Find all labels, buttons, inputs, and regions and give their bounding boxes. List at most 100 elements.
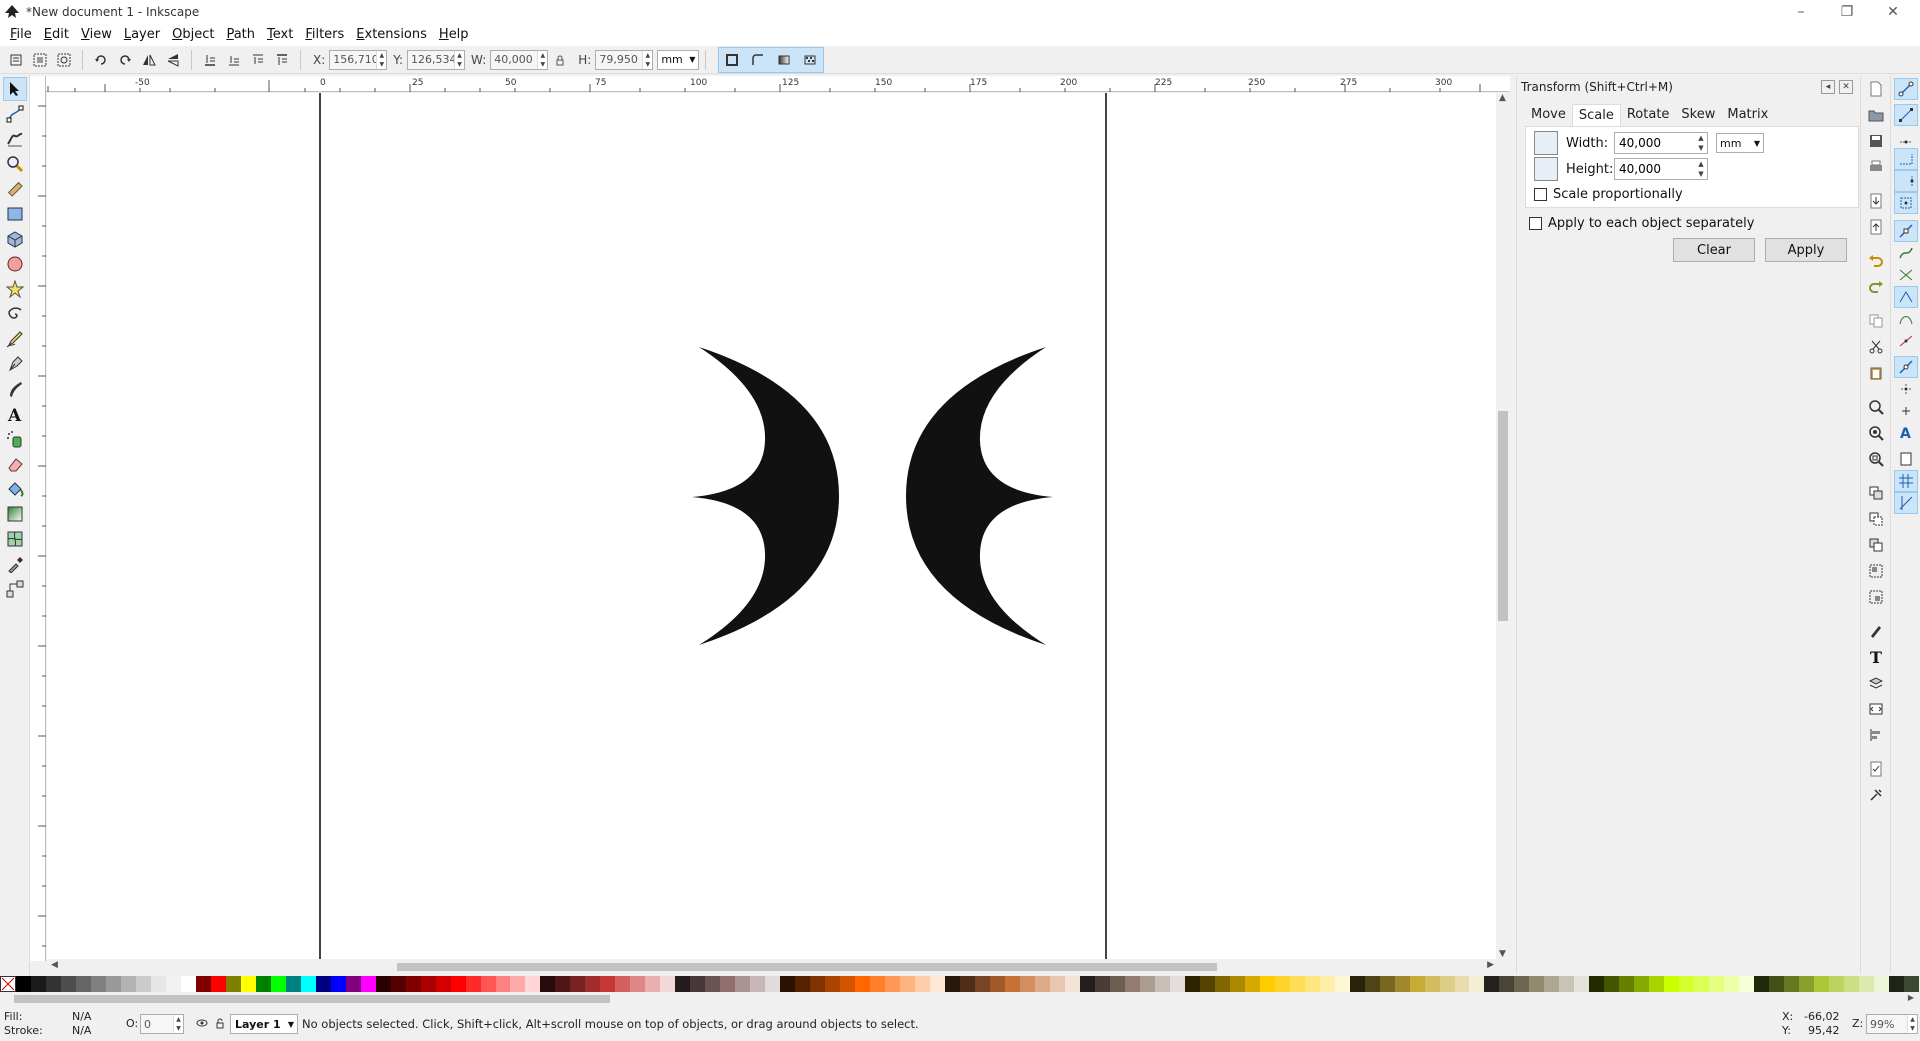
snap-line-midpoints-button[interactable] (1894, 330, 1918, 352)
import-button[interactable] (1864, 190, 1888, 212)
color-swatch[interactable] (825, 976, 841, 992)
color-swatch[interactable] (570, 976, 586, 992)
scale-proportionally-row[interactable]: Scale proportionally (1534, 187, 1683, 202)
ungroup-button[interactable] (1864, 586, 1888, 608)
menu-view[interactable]: View (75, 24, 118, 46)
color-swatch[interactable] (225, 976, 241, 992)
color-swatch[interactable] (1289, 976, 1305, 992)
unlink-clone-button[interactable] (1864, 534, 1888, 556)
color-swatch[interactable] (540, 976, 556, 992)
color-swatch[interactable] (1889, 976, 1905, 992)
color-swatch[interactable] (989, 976, 1005, 992)
print-button[interactable] (1864, 156, 1888, 178)
menu-layer[interactable]: Layer (118, 24, 166, 46)
color-swatch[interactable] (90, 976, 106, 992)
measure-tool[interactable] (3, 177, 27, 201)
color-swatch[interactable] (1394, 976, 1410, 992)
color-swatch[interactable] (960, 976, 975, 992)
color-swatch[interactable] (360, 976, 376, 992)
rotate-ccw-button[interactable] (89, 48, 113, 72)
snap-bbox-edge-button[interactable] (1894, 126, 1918, 148)
color-swatch[interactable] (1634, 976, 1650, 992)
mesh-tool[interactable] (3, 527, 27, 551)
color-swatch[interactable] (1154, 976, 1170, 992)
color-swatch[interactable] (585, 976, 601, 992)
w-spin-arrows[interactable]: ▲ ▼ (537, 50, 547, 69)
scale-corners-button[interactable] (745, 48, 771, 72)
color-palette[interactable] (0, 976, 1920, 992)
cut-button[interactable] (1864, 336, 1888, 358)
color-swatch[interactable] (240, 976, 256, 992)
color-swatch[interactable] (600, 976, 616, 992)
opacity-input[interactable] (141, 1015, 173, 1033)
color-swatch[interactable] (1259, 976, 1275, 992)
node-tool[interactable] (3, 102, 27, 126)
color-swatch[interactable] (1604, 976, 1620, 992)
menu-filters[interactable]: Filters (299, 24, 350, 46)
layers-button[interactable] (1864, 672, 1888, 694)
snap-bbox-button[interactable] (1894, 104, 1918, 126)
color-swatch[interactable] (855, 976, 871, 992)
move-gradients-button[interactable] (771, 48, 797, 72)
color-swatch[interactable] (45, 976, 61, 992)
color-swatch[interactable] (900, 976, 916, 992)
color-swatch[interactable] (1079, 976, 1095, 992)
zoom-page-button[interactable] (1864, 448, 1888, 470)
color-swatch[interactable] (915, 976, 931, 992)
copy-button[interactable] (1864, 310, 1888, 332)
raise-button[interactable] (246, 48, 270, 72)
move-patterns-button[interactable] (797, 48, 823, 72)
w-input[interactable] (491, 50, 538, 69)
color-swatch[interactable] (810, 976, 826, 992)
y-spin-arrows[interactable]: ▲ ▼ (454, 50, 464, 69)
apply-button[interactable]: Apply (1765, 238, 1847, 262)
w-spinbox[interactable]: ▲▼ (490, 49, 549, 70)
xml-editor-button[interactable] (1864, 698, 1888, 720)
color-swatch[interactable] (705, 976, 721, 992)
layer-visibility-toggle[interactable] (196, 1017, 208, 1032)
color-swatch[interactable] (30, 976, 46, 992)
menu-help[interactable]: Help (433, 24, 475, 46)
scale-proportionally-checkbox[interactable] (1534, 188, 1547, 201)
color-swatch[interactable] (1469, 976, 1485, 992)
color-swatch[interactable] (1649, 976, 1665, 992)
pencil-tool[interactable] (3, 327, 27, 351)
color-swatch[interactable] (1529, 976, 1545, 992)
color-swatch[interactable] (690, 976, 706, 992)
clone-button[interactable] (1864, 508, 1888, 530)
x-spin-arrows[interactable]: ▲ ▼ (376, 50, 386, 69)
snap-rotation-centers-button[interactable] (1894, 400, 1918, 422)
vertical-scrollbar[interactable]: ▲ ▼ (1496, 93, 1510, 959)
snap-bbox-midpoint-button[interactable] (1894, 170, 1918, 192)
width-spinbox[interactable]: ▲▼ (1614, 132, 1708, 154)
y-input[interactable] (408, 50, 455, 69)
color-swatch[interactable] (345, 976, 361, 992)
menu-edit[interactable]: Edit (38, 24, 75, 46)
snap-object-centers-button[interactable] (1894, 378, 1918, 400)
color-swatch[interactable] (1544, 976, 1560, 992)
save-button[interactable] (1864, 130, 1888, 152)
color-swatch[interactable] (720, 976, 736, 992)
color-swatch[interactable] (120, 976, 136, 992)
scroll-up-arrow[interactable]: ▲ (1499, 93, 1506, 103)
layer-dropdown[interactable]: Layer 1 ▼ (230, 1014, 298, 1034)
paint-bucket-tool[interactable] (3, 477, 27, 501)
duplicate-button[interactable] (1864, 482, 1888, 504)
zoom-selection-button[interactable] (1864, 396, 1888, 418)
tab-matrix[interactable]: Matrix (1721, 104, 1774, 126)
scroll-thumb[interactable] (14, 995, 610, 1003)
scroll-thumb[interactable] (1498, 411, 1508, 621)
color-swatch[interactable] (870, 976, 886, 992)
crescent-shape-left[interactable] (692, 347, 839, 645)
color-swatch[interactable] (1799, 976, 1815, 992)
menu-file[interactable]: File (4, 24, 38, 46)
color-swatch[interactable] (1139, 976, 1155, 992)
color-swatch[interactable] (975, 976, 990, 992)
color-swatch[interactable] (1169, 976, 1185, 992)
color-swatch[interactable] (285, 976, 301, 992)
color-swatch[interactable] (1364, 976, 1380, 992)
maximize-button[interactable]: ❐ (1824, 0, 1870, 24)
height-spinbox[interactable]: ▲▼ (1614, 158, 1708, 180)
color-swatch[interactable] (885, 976, 901, 992)
color-swatch[interactable] (1679, 976, 1695, 992)
